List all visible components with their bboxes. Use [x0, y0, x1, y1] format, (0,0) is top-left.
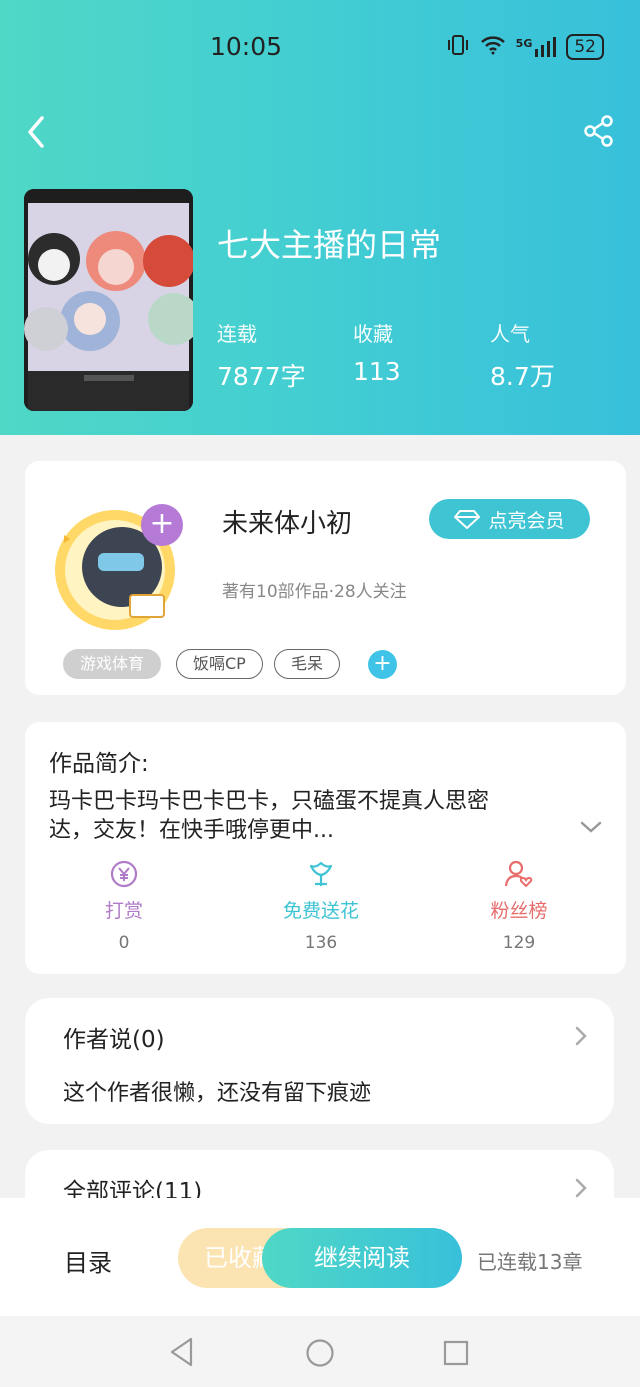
triangle-back-icon	[170, 1337, 193, 1367]
cover-image	[24, 189, 193, 411]
wifi-icon	[480, 35, 506, 59]
author-says-text: 这个作者很懒，还没有留下痕迹	[63, 1081, 372, 1106]
share-icon	[584, 115, 613, 147]
vibrate-icon	[446, 34, 470, 60]
book-header: 10:05 5G 52 七大主播的日常 连载 7877字 收藏 113 人气 8…	[0, 0, 640, 435]
nav-back-button[interactable]	[168, 1336, 196, 1372]
user-heart-icon	[504, 860, 533, 888]
chevron-right-icon	[572, 1024, 590, 1048]
yuan-coin-icon	[110, 860, 138, 888]
square-recents-icon	[443, 1340, 469, 1366]
back-button[interactable]	[22, 112, 52, 152]
bottom-action-bar: 目录 已收藏 继续阅读 已连载13章	[0, 1198, 640, 1316]
stat-serial: 连载 7877字	[217, 322, 306, 391]
system-nav-bar	[0, 1316, 640, 1387]
book-title: 七大主播的日常	[217, 226, 442, 264]
flower-icon	[309, 861, 333, 886]
author-meta: 著有10部作品·28人关注	[222, 582, 407, 602]
stat-popularity: 人气 8.7万	[490, 322, 555, 391]
vip-button[interactable]: 点亮会员	[429, 499, 590, 539]
send-flower-button[interactable]: 免费送花 136	[251, 860, 391, 953]
nav-home-button[interactable]	[305, 1338, 335, 1372]
share-button[interactable]	[582, 114, 616, 148]
continue-reading-button[interactable]: 继续阅读	[262, 1228, 462, 1288]
tag-fan-cp[interactable]: 饭嗝CP	[176, 649, 263, 679]
intro-text: 玛卡巴卡玛卡巴卡巴卡，只磕蛋不提真人思密 达，交友！在快手哦停更中...	[49, 789, 490, 843]
tag-game-sports[interactable]: 游戏体育	[63, 649, 162, 679]
stat-favorites: 收藏 113	[353, 322, 401, 386]
battery-icon: 52	[566, 34, 604, 60]
status-bar: 10:05 5G 52	[0, 28, 640, 68]
author-says-title: 作者说(0)	[63, 1027, 165, 1053]
circle-home-icon	[306, 1339, 334, 1367]
diamond-icon	[454, 510, 481, 529]
reward-button[interactable]: 打赏 0	[54, 860, 194, 953]
catalog-button[interactable]: 目录	[64, 1243, 112, 1278]
signal-icon: 5G	[516, 37, 557, 57]
expand-intro-button[interactable]	[578, 816, 604, 838]
follow-author-button[interactable]: +	[141, 504, 183, 546]
nav-recents-button[interactable]	[442, 1339, 470, 1371]
chevron-right-icon	[572, 1176, 590, 1200]
chevron-left-icon	[28, 116, 44, 148]
tag-maodai[interactable]: 毛呆	[274, 649, 341, 679]
chapter-count: 已连载13章	[477, 1250, 583, 1274]
chevron-down-icon	[580, 821, 602, 833]
book-cover	[24, 189, 193, 411]
status-time: 10:05	[210, 32, 283, 61]
author-name: 未来体小初	[222, 509, 353, 539]
fan-ranking-button[interactable]: 粉丝榜 129	[449, 860, 589, 953]
intro-heading: 作品简介:	[49, 751, 149, 777]
add-tag-button[interactable]: +	[368, 650, 397, 679]
